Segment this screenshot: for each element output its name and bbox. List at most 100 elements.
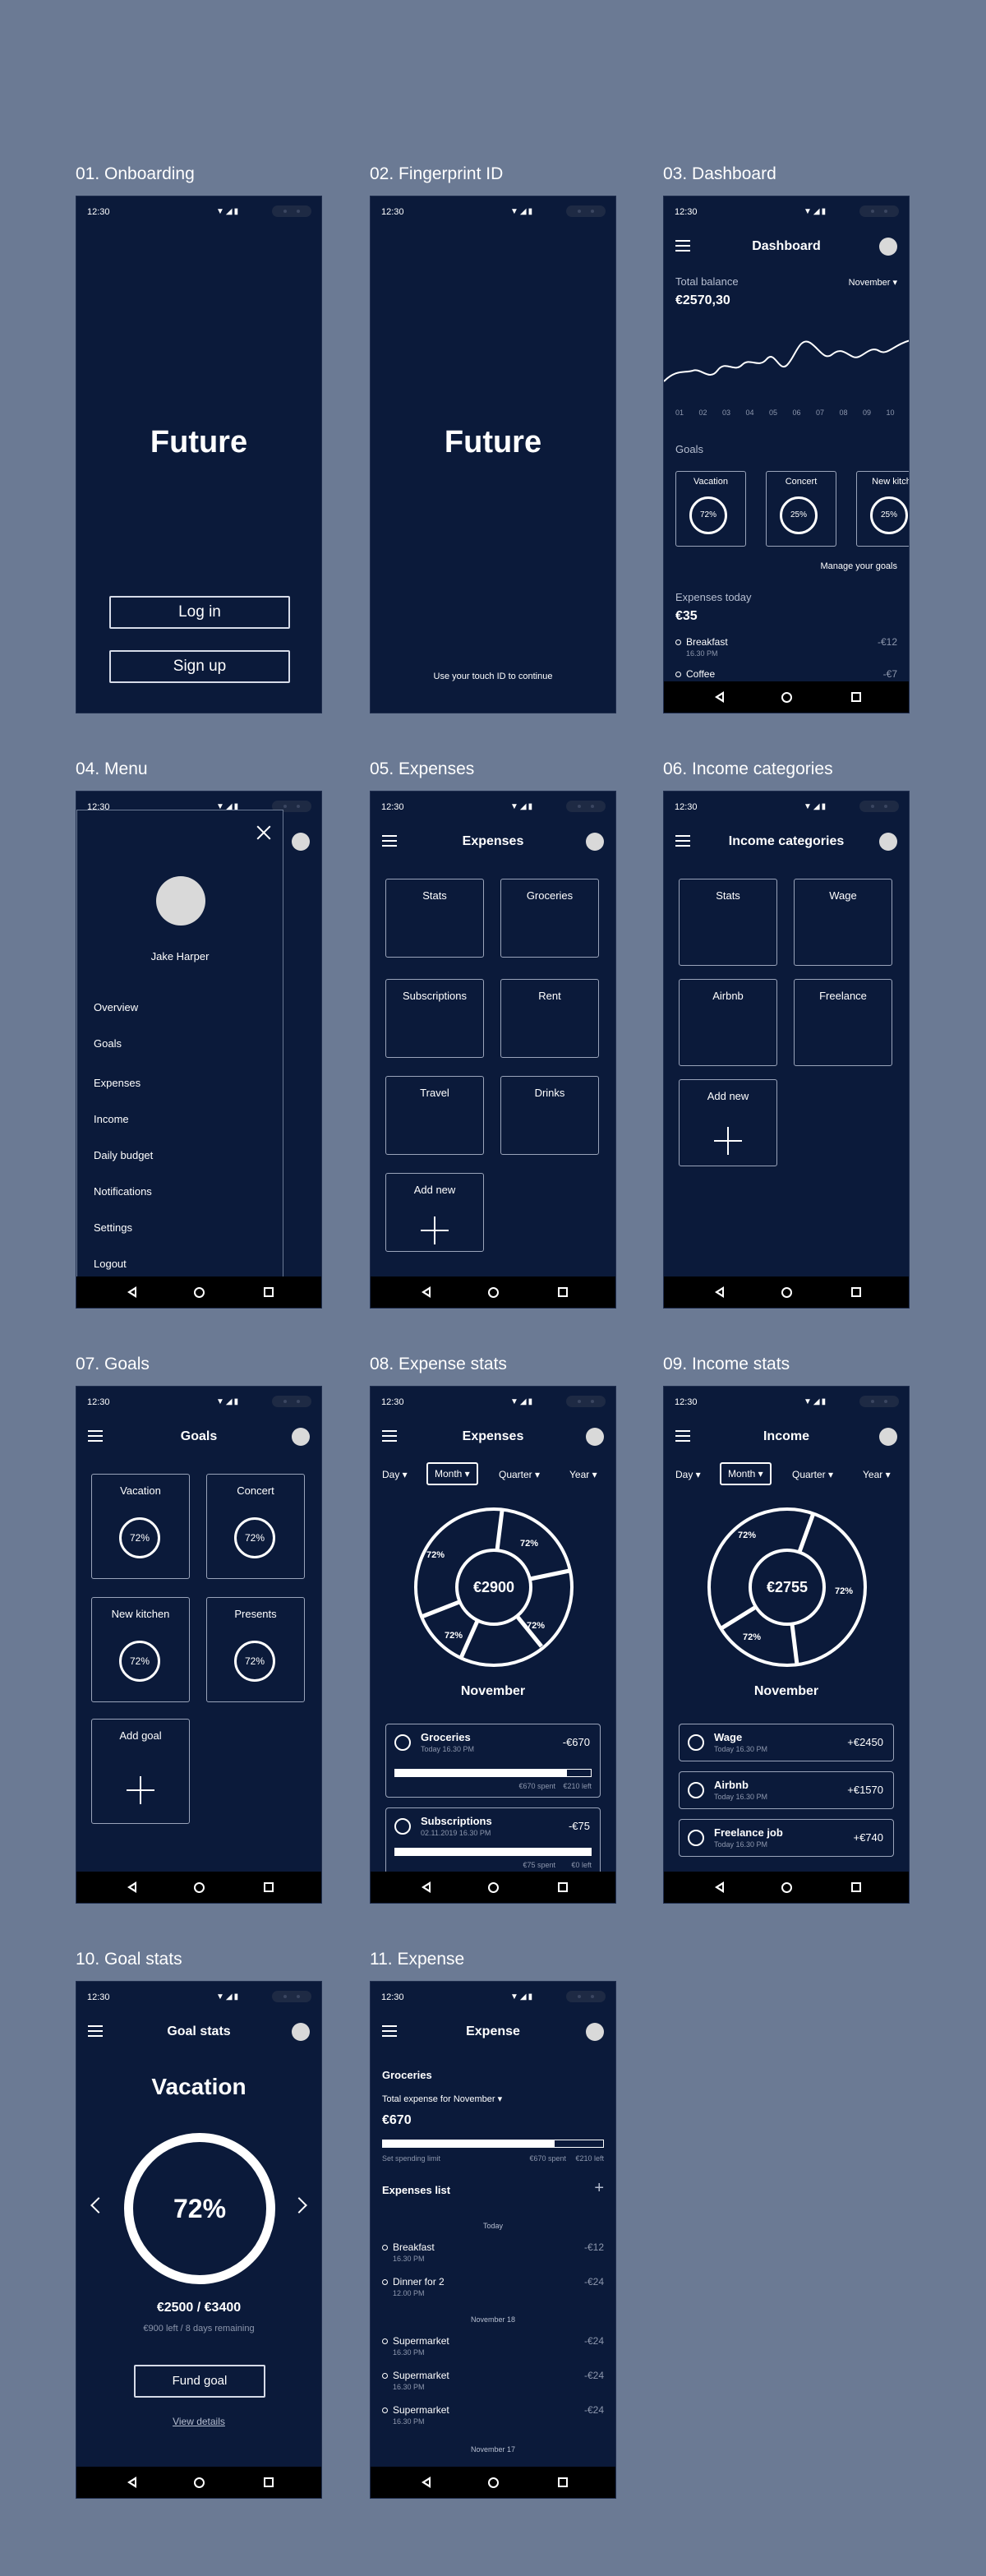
goal-card[interactable]: New kitchen 72% — [91, 1597, 190, 1702]
goal-card[interactable]: Vacation 72% — [91, 1474, 190, 1579]
filter-year[interactable]: Year ▾ — [863, 1469, 891, 1480]
category-tile[interactable]: Wage — [794, 879, 892, 966]
login-button[interactable]: Log in — [109, 596, 290, 629]
filter-month[interactable]: Month ▾ — [426, 1462, 478, 1485]
list-item[interactable]: Breakfast 16.30 PM -€12 — [382, 2241, 604, 2263]
view-details-link[interactable]: View details — [76, 2416, 321, 2427]
avatar[interactable] — [879, 833, 897, 851]
add-category-tile[interactable]: Add new — [679, 1079, 777, 1166]
income-card[interactable]: Freelance job Today 16.30 PM +€740 — [679, 1819, 894, 1857]
filter-month[interactable]: Month ▾ — [720, 1462, 772, 1485]
chevron-left-icon[interactable] — [90, 2197, 107, 2214]
filter-day[interactable]: Day ▾ — [382, 1469, 408, 1480]
home-icon[interactable] — [488, 1286, 499, 1298]
month-select[interactable]: November ▾ — [849, 277, 897, 288]
home-icon[interactable] — [781, 1286, 792, 1298]
goal-card[interactable]: Presents 72% — [206, 1597, 305, 1702]
avatar[interactable] — [879, 238, 897, 256]
recents-icon[interactable] — [558, 1286, 568, 1297]
avatar[interactable] — [292, 833, 310, 851]
avatar[interactable] — [586, 1428, 604, 1446]
card-name: Airbnb — [714, 1779, 749, 1791]
goals-heading: Goals — [675, 443, 703, 455]
category-tile[interactable]: Rent — [500, 979, 599, 1058]
category-tile[interactable]: Drinks — [500, 1076, 599, 1155]
avatar[interactable] — [292, 1428, 310, 1446]
list-item[interactable]: Dinner for 2 12.00 PM -€24 — [382, 2276, 604, 2297]
back-icon[interactable] — [422, 1881, 431, 1893]
menu-item-daily-budget[interactable]: Daily budget — [94, 1149, 153, 1161]
category-tile[interactable]: Subscriptions — [385, 979, 484, 1058]
menu-item-income[interactable]: Income — [94, 1113, 129, 1125]
category-tile[interactable]: Travel — [385, 1076, 484, 1155]
home-icon[interactable] — [194, 1881, 205, 1893]
recents-icon[interactable] — [264, 1286, 274, 1297]
avatar[interactable] — [586, 833, 604, 851]
list-item[interactable]: Supermarket 16.30 PM -€24 — [382, 2404, 604, 2426]
set-limit-link[interactable]: Set spending limit — [382, 2154, 440, 2163]
recents-icon[interactable] — [558, 1881, 568, 1892]
back-icon[interactable] — [715, 1286, 724, 1298]
goal-card[interactable]: Concert 25% — [766, 471, 836, 547]
item-name: Supermarket — [393, 2404, 449, 2416]
home-icon[interactable] — [194, 1286, 205, 1298]
expense-card[interactable]: Groceries Today 16.30 PM -€670 €670 spen… — [385, 1724, 601, 1798]
back-icon[interactable] — [422, 1286, 431, 1298]
menu-item-settings[interactable]: Settings — [94, 1221, 132, 1234]
total-expense-select[interactable]: Total expense for November ▾ — [382, 2094, 502, 2104]
goal-card[interactable]: New kitch 25% — [856, 471, 909, 547]
menu-item-notifications[interactable]: Notifications — [94, 1185, 152, 1198]
avatar[interactable] — [586, 2023, 604, 2041]
plus-icon — [127, 1776, 154, 1805]
recents-icon[interactable] — [851, 690, 861, 702]
back-icon[interactable] — [715, 690, 724, 703]
back-icon[interactable] — [422, 2476, 431, 2488]
goal-card[interactable]: Vacation 72% — [675, 471, 746, 547]
filter-quarter[interactable]: Quarter ▾ — [792, 1469, 833, 1480]
fund-goal-button[interactable]: Fund goal — [134, 2365, 265, 2398]
manage-goals-link[interactable]: Manage your goals — [820, 561, 897, 571]
home-icon[interactable] — [781, 1881, 792, 1893]
recents-icon[interactable] — [264, 1881, 274, 1892]
avatar[interactable] — [879, 1428, 897, 1446]
list-item[interactable]: Supermarket 16.30 PM -€24 — [382, 2335, 604, 2357]
add-goal-tile[interactable]: Add goal — [91, 1719, 190, 1824]
recents-icon[interactable] — [558, 2476, 568, 2487]
close-icon[interactable] — [256, 825, 271, 840]
menu-item-goals[interactable]: Goals — [94, 1037, 122, 1050]
back-icon[interactable] — [715, 1881, 724, 1893]
recents-icon[interactable] — [264, 2476, 274, 2487]
filter-day[interactable]: Day ▾ — [675, 1469, 701, 1480]
category-tile[interactable]: Airbnb — [679, 979, 777, 1066]
recents-icon[interactable] — [851, 1286, 861, 1297]
chevron-right-icon[interactable] — [291, 2197, 307, 2214]
income-card[interactable]: Airbnb Today 16.30 PM +€1570 — [679, 1771, 894, 1809]
menu-item-logout[interactable]: Logout — [94, 1258, 127, 1270]
avatar[interactable] — [292, 2023, 310, 2041]
income-card[interactable]: Wage Today 16.30 PM +€2450 — [679, 1724, 894, 1761]
home-icon[interactable] — [194, 2476, 205, 2488]
add-expense-icon[interactable]: + — [594, 2179, 604, 2198]
back-icon[interactable] — [127, 1881, 136, 1893]
menu-item-expenses[interactable]: Expenses — [94, 1077, 141, 1089]
add-category-tile[interactable]: Add new — [385, 1173, 484, 1252]
signup-button[interactable]: Sign up — [109, 650, 290, 683]
filter-year[interactable]: Year ▾ — [569, 1469, 597, 1480]
home-icon[interactable] — [488, 2476, 499, 2488]
list-item[interactable]: Coffee -€7 — [675, 668, 897, 680]
category-tile[interactable]: Freelance — [794, 979, 892, 1066]
filter-quarter[interactable]: Quarter ▾ — [499, 1469, 540, 1480]
recents-icon[interactable] — [851, 1881, 861, 1892]
home-icon[interactable] — [781, 690, 792, 703]
menu-item-overview[interactable]: Overview — [94, 1001, 138, 1013]
list-item[interactable]: Breakfast 16.30 PM -€12 — [675, 636, 897, 658]
expense-card[interactable]: Subscriptions 02.11.2019 16.30 PM -€75 €… — [385, 1807, 601, 1881]
back-icon[interactable] — [127, 2476, 136, 2488]
goal-card[interactable]: Concert 72% — [206, 1474, 305, 1579]
category-tile[interactable]: Stats — [679, 879, 777, 966]
home-icon[interactable] — [488, 1881, 499, 1893]
category-tile[interactable]: Groceries — [500, 879, 599, 958]
back-icon[interactable] — [127, 1286, 136, 1298]
list-item[interactable]: Supermarket 16.30 PM -€24 — [382, 2370, 604, 2391]
category-tile[interactable]: Stats — [385, 879, 484, 958]
